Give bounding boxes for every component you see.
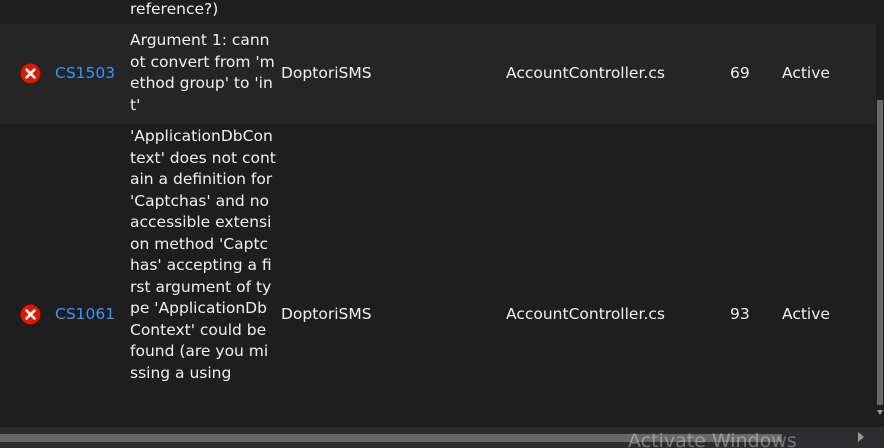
horizontal-scrollbar-thumb[interactable] [0, 434, 782, 442]
vertical-scrollbar-thumb[interactable] [877, 100, 883, 405]
error-description: reference?) [130, 0, 219, 18]
error-file: AccountController.cs [506, 305, 665, 323]
scroll-right-arrow-icon[interactable] [858, 432, 864, 442]
error-code-link[interactable]: CS1061 [55, 304, 115, 326]
table-row[interactable]: reference?) [0, 0, 876, 24]
scroll-down-arrow-icon[interactable] [877, 410, 883, 415]
error-list-panel: reference?) CS1503 Argument 1: cannot co… [0, 0, 884, 448]
error-state: Active [782, 305, 830, 323]
error-project: DoptoriSMS [281, 64, 372, 82]
error-line: 93 [730, 305, 750, 323]
error-code-link[interactable]: CS1503 [55, 63, 115, 85]
table-row[interactable]: CS1061 'ApplicationDbContext' does not c… [0, 124, 876, 427]
error-project: DoptoriSMS [281, 305, 372, 323]
vertical-scrollbar[interactable] [876, 0, 884, 427]
horizontal-scrollbar[interactable] [0, 427, 884, 448]
error-icon [20, 304, 41, 325]
error-description: Argument 1: cannot convert from 'method … [130, 31, 275, 114]
error-line: 69 [730, 64, 750, 82]
error-icon [20, 63, 41, 84]
table-row[interactable]: CS1503 Argument 1: cannot convert from '… [0, 24, 876, 124]
error-state: Active [782, 64, 830, 82]
error-description: 'ApplicationDbContext' does not contain … [130, 127, 276, 382]
error-file: AccountController.cs [506, 64, 665, 82]
